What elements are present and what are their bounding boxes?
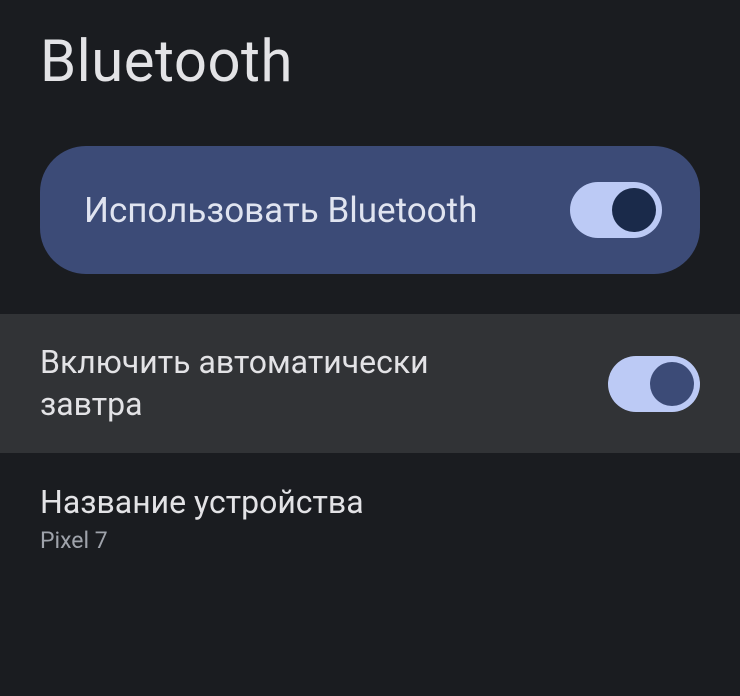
use-bluetooth-card[interactable]: Использовать Bluetooth — [40, 146, 700, 274]
toggle-knob — [650, 362, 694, 406]
use-bluetooth-label: Использовать Bluetooth — [84, 190, 477, 231]
auto-enable-label: Включить автоматически завтра — [40, 342, 520, 425]
device-name-row[interactable]: Название устройства Pixel 7 — [0, 453, 740, 584]
page-title: Bluetooth — [0, 0, 740, 146]
toggle-knob — [612, 188, 656, 232]
auto-enable-row[interactable]: Включить автоматически завтра — [0, 314, 740, 453]
auto-enable-toggle[interactable] — [608, 356, 700, 412]
use-bluetooth-toggle[interactable] — [570, 182, 662, 238]
device-name-label: Название устройства — [40, 483, 700, 521]
device-name-value: Pixel 7 — [40, 527, 700, 554]
